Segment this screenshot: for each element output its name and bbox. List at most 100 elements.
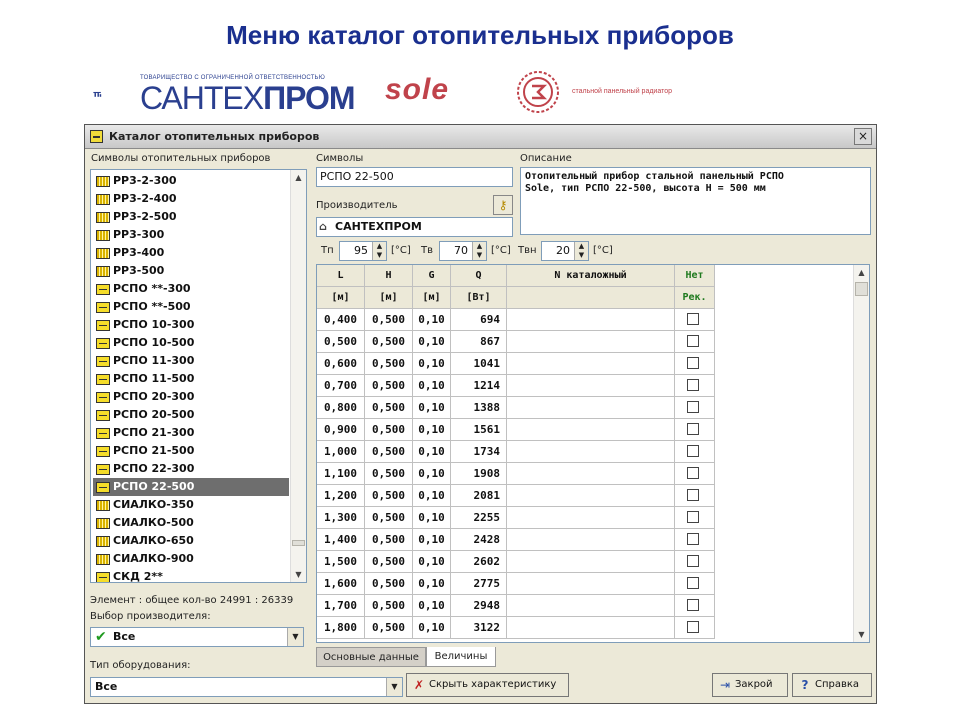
table-cell: 0,10 xyxy=(413,397,451,419)
close-button[interactable]: ⇥ Закрой xyxy=(712,673,788,697)
checkbox[interactable] xyxy=(687,511,699,523)
radiator-icon xyxy=(96,230,110,241)
checkbox[interactable] xyxy=(687,357,699,369)
checkbox[interactable] xyxy=(687,599,699,611)
list-item[interactable]: РСПО 21-500 xyxy=(93,442,289,460)
devices-list-scrollbar[interactable]: ▲ ▼ xyxy=(290,170,306,582)
checkbox[interactable] xyxy=(687,533,699,545)
window-titlebar[interactable]: Каталог отопительных приборов × xyxy=(85,125,876,149)
producer-field[interactable]: ⌂ САНТЕХПРОМ xyxy=(316,217,513,237)
tv-spinner[interactable]: 70 ▲ ▼ xyxy=(439,241,487,261)
list-item[interactable]: РСПО 10-500 xyxy=(93,334,289,352)
list-item[interactable]: РСПО 11-300 xyxy=(93,352,289,370)
list-item[interactable]: СИАЛКО-900 xyxy=(93,550,289,568)
scroll-up-icon[interactable]: ▲ xyxy=(291,170,306,185)
scroll-down-icon[interactable]: ▼ xyxy=(291,567,306,582)
table-cell xyxy=(675,419,715,441)
table-cell: 1,600 xyxy=(317,573,365,595)
table-scrollbar[interactable]: ▲ ▼ xyxy=(853,265,869,642)
key-icon[interactable]: ⚷ xyxy=(493,195,513,215)
table-cell: 0,900 xyxy=(317,419,365,441)
list-item[interactable]: РСПО **-500 xyxy=(93,298,289,316)
checkbox[interactable] xyxy=(687,621,699,633)
column-unit xyxy=(507,287,675,309)
symbols-field[interactable]: РСПО 22-500 xyxy=(316,167,513,187)
manufacturer-select[interactable]: ✔ Все ▼ xyxy=(90,627,304,647)
table-cell: 0,600 xyxy=(317,353,365,375)
spin-arrows-icon[interactable]: ▲ ▼ xyxy=(574,242,588,260)
list-item[interactable]: РР3-2-400 xyxy=(93,190,289,208)
slide-title: Меню каталог отопительных приборов xyxy=(226,20,734,50)
spin-arrows-icon[interactable]: ▲ ▼ xyxy=(372,242,386,260)
list-item[interactable]: СКД 2** xyxy=(93,568,289,582)
table-cell xyxy=(507,551,675,573)
close-button-label: Закрой xyxy=(735,679,773,690)
list-item[interactable]: РСПО 22-500 xyxy=(93,478,289,496)
list-item[interactable]: РР3-300 xyxy=(93,226,289,244)
checkbox[interactable] xyxy=(687,489,699,501)
checkbox[interactable] xyxy=(687,445,699,457)
checkbox[interactable] xyxy=(687,379,699,391)
help-button[interactable]: ? Справка xyxy=(792,673,872,697)
table-cell xyxy=(675,529,715,551)
list-item[interactable]: РСПО 10-300 xyxy=(93,316,289,334)
list-item[interactable]: РР3-2-500 xyxy=(93,208,289,226)
table-cell xyxy=(507,617,675,639)
list-item-label: РСПО 11-500 xyxy=(113,372,195,385)
checkbox[interactable] xyxy=(687,467,699,479)
chevron-down-icon[interactable]: ▼ xyxy=(287,628,303,646)
element-count-status: Элемент : общее кол-во 24991 : 26339 xyxy=(90,595,294,606)
list-item[interactable]: СИАЛКО-650 xyxy=(93,532,289,550)
checkbox[interactable] xyxy=(687,423,699,435)
table-cell: 867 xyxy=(451,331,507,353)
radiator-icon xyxy=(96,500,110,511)
chevron-down-icon[interactable]: ▼ xyxy=(386,678,402,696)
spin-arrows-icon[interactable]: ▲ ▼ xyxy=(472,242,486,260)
list-item[interactable]: РР3-2-300 xyxy=(93,172,289,190)
tv-unit: [°C] xyxy=(491,245,511,256)
scroll-down-icon[interactable]: ▼ xyxy=(854,627,869,642)
table-cell: 0,500 xyxy=(365,485,413,507)
list-item[interactable]: СИАЛКО-350 xyxy=(93,496,289,514)
tab-values[interactable]: Величины xyxy=(426,647,496,667)
tp-spinner[interactable]: 95 ▲ ▼ xyxy=(339,241,387,261)
scroll-up-icon[interactable]: ▲ xyxy=(854,265,869,280)
checkbox[interactable] xyxy=(687,555,699,567)
description-field[interactable]: Отопительный прибор стальной панельный Р… xyxy=(520,167,871,235)
checkbox[interactable] xyxy=(687,313,699,325)
checkbox[interactable] xyxy=(687,577,699,589)
list-item[interactable]: РСПО 20-500 xyxy=(93,406,289,424)
table-cell: 0,500 xyxy=(365,309,413,331)
table-cell: 1908 xyxy=(451,463,507,485)
tab-main-data[interactable]: Основные данные xyxy=(316,647,426,667)
list-item[interactable]: РСПО 11-500 xyxy=(93,370,289,388)
devices-list[interactable]: РР3-2-300 РР3-2-400 РР3-2-500 РР3-300 РР3-40… xyxy=(90,169,307,583)
table-cell: 1,800 xyxy=(317,617,365,639)
table-cell xyxy=(507,375,675,397)
table-cell: 0,500 xyxy=(365,507,413,529)
list-item[interactable]: РР3-500 xyxy=(93,262,289,280)
table-cell: 1,700 xyxy=(317,595,365,617)
list-item-label: РР3-500 xyxy=(113,264,165,277)
list-item[interactable]: СИАЛКО-500 xyxy=(93,514,289,532)
window-title: Каталог отопительных приборов xyxy=(109,130,320,143)
scroll-thumb[interactable] xyxy=(292,540,305,546)
radiator-icon xyxy=(96,266,110,277)
list-item[interactable]: РСПО **-300 xyxy=(93,280,289,298)
list-item[interactable]: РР3-400 xyxy=(93,244,289,262)
scroll-thumb[interactable] xyxy=(855,282,868,296)
table-cell: 0,400 xyxy=(317,309,365,331)
window-close-button[interactable]: × xyxy=(854,128,872,145)
factory-icon: ⌂ xyxy=(319,220,327,233)
list-item[interactable]: РСПО 22-300 xyxy=(93,460,289,478)
checkbox[interactable] xyxy=(687,335,699,347)
producer-field-value: САНТЕХПРОМ xyxy=(335,220,422,233)
hide-characteristic-button[interactable]: ✗ Скрыть характеристику xyxy=(406,673,569,697)
panel-icon xyxy=(96,338,110,349)
equipment-type-select[interactable]: Все ▼ xyxy=(90,677,403,697)
list-item[interactable]: РСПО 20-300 xyxy=(93,388,289,406)
tvn-spinner[interactable]: 20 ▲ ▼ xyxy=(541,241,589,261)
table-cell xyxy=(675,617,715,639)
checkbox[interactable] xyxy=(687,401,699,413)
list-item[interactable]: РСПО 21-300 xyxy=(93,424,289,442)
